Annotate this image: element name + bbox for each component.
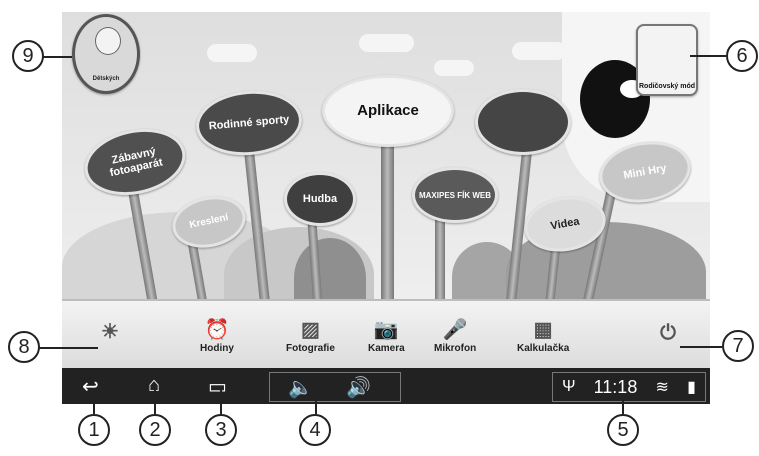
zabavny-fotoaparat-label: Zábavný fotoaparát xyxy=(108,145,164,180)
callout-3: 3 xyxy=(205,414,237,446)
callout-number: 1 xyxy=(88,418,100,441)
status-area[interactable]: Ψ 11:18 ≋ ▮ xyxy=(552,372,706,402)
cloud xyxy=(359,34,414,52)
sign-pole xyxy=(381,122,394,307)
calculator-icon: ▦ xyxy=(533,318,553,341)
volume-up-icon[interactable]: 🔊 xyxy=(346,375,371,400)
sign-pole xyxy=(435,212,445,312)
videa-label: Videa xyxy=(549,215,581,233)
alarm-clock-icon: ⏰ xyxy=(204,318,230,341)
callout-9: 9 xyxy=(12,40,44,72)
callout-line xyxy=(315,396,317,414)
callout-5: 5 xyxy=(607,414,639,446)
detske-label: Dětských xyxy=(92,76,120,82)
tablet-screen: Dětských Rodičovský mód Zábavný fotoapar… xyxy=(62,12,710,404)
clock-time: 11:18 xyxy=(593,376,638,397)
camera-icon: 📷 xyxy=(373,318,399,341)
callout-line xyxy=(680,346,722,348)
battery-icon: ▮ xyxy=(687,379,696,396)
parental-mode-label: Rodičovský mód xyxy=(638,83,695,90)
parental-mode-button[interactable]: Rodičovský mód xyxy=(636,24,698,96)
cloud xyxy=(207,44,257,62)
fotografie-app[interactable]: ▨ Fotografie xyxy=(286,315,335,355)
callout-number: 6 xyxy=(736,44,748,67)
callout-number: 8 xyxy=(18,335,30,358)
sun-icon: ☀ xyxy=(101,320,119,343)
callout-4: 4 xyxy=(299,414,331,446)
annotated-tablet-figure: Dětských Rodičovský mód Zábavný fotoapar… xyxy=(0,0,759,456)
maxipes-fik-web-app[interactable]: MAXIPES FÍK WEB xyxy=(412,167,498,223)
callout-number: 9 xyxy=(22,44,34,67)
callout-6: 6 xyxy=(726,40,758,72)
callout-number: 5 xyxy=(617,418,629,441)
mikrofon-app[interactable]: 🎤 Mikrofon xyxy=(434,315,477,355)
callout-line xyxy=(220,390,222,414)
kalkulacka-label: Kalkulačka xyxy=(517,343,570,354)
callout-8: 8 xyxy=(8,331,40,363)
callout-line xyxy=(93,390,95,414)
back-arrow-icon[interactable]: ↩ xyxy=(82,374,99,399)
callout-line xyxy=(622,396,624,414)
callout-number: 2 xyxy=(149,418,161,441)
callout-1: 1 xyxy=(78,414,110,446)
volume-down-icon[interactable]: 🔈 xyxy=(288,375,313,400)
cloud xyxy=(512,42,566,60)
kamera-app[interactable]: 📷 Kamera xyxy=(368,315,405,355)
photos-icon: ▨ xyxy=(300,318,320,341)
aplikace-app[interactable]: Aplikace xyxy=(322,75,454,147)
system-navigation-bar: ↩ ⌂ ▭ 🔈 🔊 Ψ 11:18 ≋ ▮ xyxy=(62,368,710,404)
hodiny-app[interactable]: ⏰ Hodiny xyxy=(200,315,234,355)
microphone-icon: 🎤 xyxy=(442,318,468,341)
kamera-label: Kamera xyxy=(368,343,405,354)
callout-line xyxy=(42,56,72,58)
usb-icon: Ψ xyxy=(562,378,576,395)
hry-app[interactable] xyxy=(475,89,571,155)
callout-line xyxy=(154,390,156,414)
callout-line xyxy=(690,55,726,57)
mikrofon-label: Mikrofon xyxy=(434,343,477,354)
aplikace-label: Aplikace xyxy=(357,102,419,119)
brightness-button[interactable]: ☀ xyxy=(96,317,124,345)
power-button[interactable]: ⏻ xyxy=(654,319,682,347)
rodinne-sporty-label: Rodinné sporty xyxy=(208,113,290,133)
hodiny-label: Hodiny xyxy=(200,343,234,354)
kresleni-label: Kreslení xyxy=(188,212,230,231)
mini-hry-label: Mini Hry xyxy=(622,162,668,182)
hudba-label: Hudba xyxy=(302,193,338,205)
callout-2: 2 xyxy=(139,414,171,446)
maxipes-fik-web-label: MAXIPES FÍK WEB xyxy=(418,190,491,200)
power-icon: ⏻ xyxy=(660,321,676,344)
callout-number: 3 xyxy=(215,418,227,441)
volume-controls: 🔈 🔊 xyxy=(269,372,401,402)
callout-line xyxy=(38,347,98,349)
callout-number: 7 xyxy=(732,334,744,357)
kalkulacka-app[interactable]: ▦ Kalkulačka xyxy=(517,315,570,355)
detske-app-icon[interactable]: Dětských xyxy=(72,14,140,94)
wifi-icon: ≋ xyxy=(655,379,669,396)
hudba-app[interactable]: Hudba xyxy=(284,172,356,226)
callout-7: 7 xyxy=(722,330,754,362)
recent-apps-icon[interactable]: ▭ xyxy=(208,374,227,399)
fotografie-label: Fotografie xyxy=(286,343,335,354)
cloud xyxy=(434,60,474,76)
callout-number: 4 xyxy=(309,418,321,441)
